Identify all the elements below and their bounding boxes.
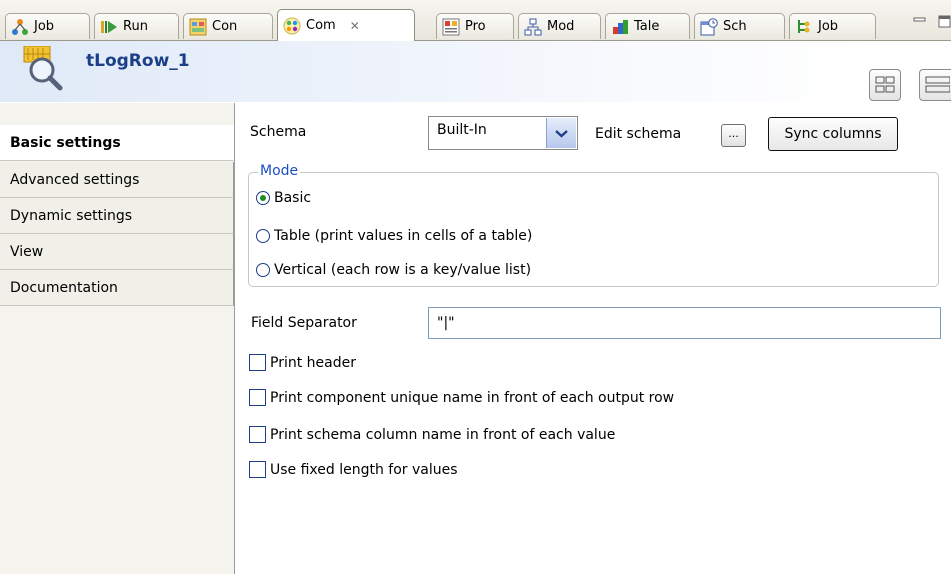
nav-label: Advanced settings xyxy=(10,171,140,188)
tab-label: Run xyxy=(123,19,148,34)
tab-contexts[interactable]: Con xyxy=(183,13,273,39)
mode-vertical-radio[interactable]: Vertical (each row is a key/value list) xyxy=(256,262,531,278)
nav-documentation[interactable]: Documentation xyxy=(0,270,234,306)
edit-schema-label: Edit schema xyxy=(595,126,682,142)
radio-label: Table (print values in cells of a table) xyxy=(274,228,533,244)
component-title: tLogRow_1 xyxy=(86,51,190,71)
nav-dynamic-settings[interactable]: Dynamic settings xyxy=(0,198,234,234)
tab-job[interactable]: Job xyxy=(5,13,90,39)
radio-icon xyxy=(256,263,270,277)
print-component-name-checkbox[interactable]: Print component unique name in front of … xyxy=(249,389,674,406)
print-schema-column-checkbox[interactable]: Print schema column name in front of eac… xyxy=(249,426,615,443)
checkbox-icon xyxy=(249,389,266,406)
tab-label: Con xyxy=(212,19,238,34)
nav-advanced-settings[interactable]: Advanced settings xyxy=(0,162,234,198)
tab-talend[interactable]: Tale xyxy=(605,13,690,39)
nav-basic-settings[interactable]: Basic settings xyxy=(0,125,234,161)
tab-label: Pro xyxy=(465,19,486,34)
edit-schema-button[interactable]: ... xyxy=(721,124,746,147)
radio-icon xyxy=(256,229,270,243)
checkbox-icon xyxy=(249,461,266,478)
radio-label: Basic xyxy=(274,190,312,206)
nav-label: Basic settings xyxy=(10,134,121,151)
tab-label: Mod xyxy=(547,19,575,34)
tab-label: Com xyxy=(306,18,336,33)
scheduler-icon xyxy=(700,17,718,35)
field-separator-input[interactable]: "|" xyxy=(428,307,941,339)
tab-scheduler[interactable]: Sch xyxy=(694,13,785,39)
view-tab-bar: Job Run Con Com ✕ Pro Mod Tale Sch Job xyxy=(0,0,951,41)
close-tab-icon[interactable]: ✕ xyxy=(350,19,360,33)
tab-problems[interactable]: Pro xyxy=(436,13,514,39)
schema-select-value: Built-In xyxy=(437,122,487,138)
print-header-checkbox[interactable]: Print header xyxy=(249,354,356,371)
schema-label: Schema xyxy=(250,124,307,140)
sync-columns-button[interactable]: Sync columns xyxy=(768,117,898,151)
checkbox-label: Print component unique name in front of … xyxy=(270,389,675,406)
modules-icon xyxy=(524,18,542,35)
checkbox-icon xyxy=(249,426,266,443)
component-icon xyxy=(283,17,301,34)
tab-modules[interactable]: Mod xyxy=(518,13,601,39)
maximize-icon[interactable] xyxy=(938,15,951,28)
nav-view[interactable]: View xyxy=(0,234,234,270)
layout-list-button[interactable] xyxy=(919,69,951,101)
field-separator-label: Field Separator xyxy=(251,315,357,331)
chevron-down-icon xyxy=(555,130,568,138)
tlogrow-magnifier-icon xyxy=(23,46,63,91)
settings-nav: Basic settings Advanced settings Dynamic… xyxy=(0,103,235,574)
mode-table-radio[interactable]: Table (print values in cells of a table) xyxy=(256,228,532,244)
job-hierarchy-icon xyxy=(798,19,810,33)
tab-label: Tale xyxy=(634,19,660,34)
minimize-icon[interactable] xyxy=(913,15,926,28)
radio-selected-icon xyxy=(256,191,270,205)
nav-label: Dynamic settings xyxy=(10,207,133,224)
layout-grid-button[interactable] xyxy=(869,69,901,101)
tab-label: Job xyxy=(34,19,55,34)
checkbox-label: Print header xyxy=(270,354,356,371)
dropdown-button[interactable] xyxy=(546,118,576,148)
tab-run[interactable]: Run xyxy=(94,13,179,39)
checkbox-label: Print schema column name in front of eac… xyxy=(270,426,616,443)
tab-label: Sch xyxy=(723,19,747,34)
run-icon xyxy=(101,20,117,33)
schema-select[interactable]: Built-In xyxy=(428,116,578,150)
talend-icon xyxy=(613,19,628,34)
tab-component[interactable]: Com ✕ xyxy=(277,9,415,41)
component-header: tLogRow_1 xyxy=(0,41,951,103)
grid-layout-icon xyxy=(875,76,895,93)
job-icon xyxy=(12,18,28,35)
mode-legend: Mode xyxy=(258,163,301,179)
problems-icon xyxy=(442,18,460,35)
radio-label: Vertical (each row is a key/value list) xyxy=(274,262,532,278)
nav-label: Documentation xyxy=(10,279,118,296)
list-layout-icon xyxy=(925,76,951,93)
tab-label: Job xyxy=(818,19,839,34)
mode-basic-radio[interactable]: Basic xyxy=(256,190,311,206)
fixed-length-checkbox[interactable]: Use fixed length for values xyxy=(249,461,458,478)
checkbox-icon xyxy=(249,354,266,371)
checkbox-label: Use fixed length for values xyxy=(270,461,458,478)
contexts-icon xyxy=(189,18,207,35)
tab-job-hierarchy[interactable]: Job xyxy=(789,13,876,39)
nav-label: View xyxy=(10,243,44,260)
